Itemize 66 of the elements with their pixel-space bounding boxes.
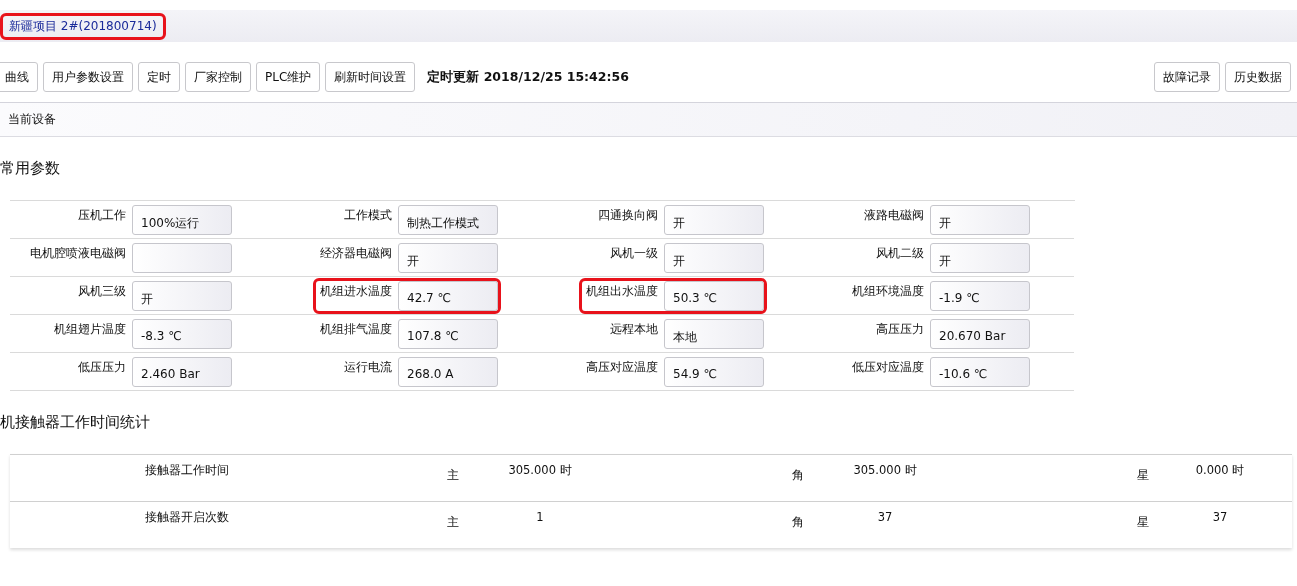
value-field: 50.3 ℃	[664, 281, 764, 311]
param-label: 低压压力	[78, 359, 126, 375]
tag-label: 主	[445, 467, 460, 484]
value-field: 开	[398, 243, 498, 273]
param-label: 机组排气温度	[320, 321, 392, 337]
stat-value: 305.000 时	[852, 462, 918, 479]
update-time: 定时更新 2018/12/25 15:42:56	[427, 68, 629, 86]
toolbar-button[interactable]: 定时	[138, 62, 180, 92]
value-field: 42.7 ℃	[398, 281, 498, 311]
value-field: 开	[132, 281, 232, 311]
param-label: 经济器电磁阀	[320, 245, 392, 261]
tag-label: 星	[1135, 467, 1150, 484]
device-label: 当前设备	[8, 112, 56, 127]
param-label: 低压对应温度	[852, 359, 924, 375]
toolbar-button[interactable]: 用户参数设置	[43, 62, 133, 92]
toolbar-button[interactable]: 历史数据	[1225, 62, 1291, 92]
param-label: 电机腔喷液电磁阀	[30, 245, 126, 261]
param-label: 压机工作	[78, 207, 126, 223]
tag-label: 角	[790, 467, 805, 484]
section-heading: 机接触器工作时间统计	[0, 413, 151, 432]
toolbar-button[interactable]: 曲线	[0, 62, 38, 92]
param-label: 风机一级	[610, 245, 658, 261]
value-field: 100%运行	[132, 205, 232, 235]
section-heading: 常用参数	[0, 159, 61, 178]
toolbar-button[interactable]: 故障记录	[1154, 62, 1220, 92]
tag-label: 角	[790, 514, 805, 531]
value-field: -1.9 ℃	[930, 281, 1030, 311]
param-label: 工作模式	[344, 207, 392, 223]
value-field: 开	[930, 205, 1030, 235]
param-label: 液路电磁阀	[864, 207, 924, 223]
value-field: 开	[664, 205, 764, 235]
param-label: 运行电流	[344, 359, 392, 375]
toolbar-button[interactable]: PLC维护	[256, 62, 321, 92]
value-field: 20.670 Bar	[930, 319, 1030, 349]
tag-label: 主	[445, 514, 460, 531]
param-label: 机组出水温度	[586, 283, 658, 299]
tag-label: 星	[1135, 514, 1150, 531]
param-label: 风机二级	[876, 245, 924, 261]
stat-value: 1	[535, 509, 545, 526]
param-label: 高压对应温度	[586, 359, 658, 375]
param-label: 机组环境温度	[852, 283, 924, 299]
value-field: 开	[930, 243, 1030, 273]
value-field: 本地	[664, 319, 764, 349]
project-title: 新疆项目 2#(201800714)	[0, 12, 166, 40]
value-field: 268.0 A	[398, 357, 498, 387]
stat-value: 37	[876, 509, 894, 526]
param-label: 风机三级	[78, 283, 126, 299]
value-field: 107.8 ℃	[398, 319, 498, 349]
value-field: 54.9 ℃	[664, 357, 764, 387]
value-field: -10.6 ℃	[930, 357, 1030, 387]
stat-value: 305.000 时	[507, 462, 573, 479]
value-field: 开	[664, 243, 764, 273]
stat-label: 接触器开启次数	[145, 509, 230, 526]
param-label: 高压压力	[876, 321, 924, 337]
stat-label: 接触器工作时间	[145, 462, 230, 479]
toolbar-button[interactable]: 厂家控制	[185, 62, 251, 92]
value-field: 制热工作模式	[398, 205, 498, 235]
param-label: 四通换向阀	[598, 207, 658, 223]
param-label: 机组翅片温度	[54, 321, 126, 337]
toolbar-button[interactable]: 刷新时间设置	[325, 62, 416, 92]
param-label: 远程本地	[610, 321, 658, 337]
param-label: 机组进水温度	[320, 283, 392, 299]
value-field: 2.460 Bar	[132, 357, 232, 387]
stat-value: 37	[1211, 509, 1229, 526]
stat-value: 0.000 时	[1194, 462, 1246, 479]
value-field: -8.3 ℃	[132, 319, 232, 349]
